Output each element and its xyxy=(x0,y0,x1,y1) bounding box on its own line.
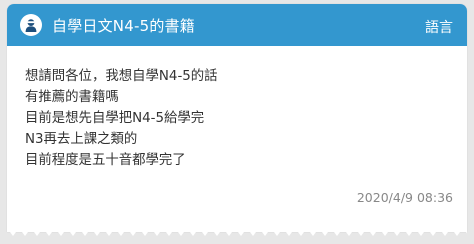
post-line: 想請問各位，我想自學N4-5的話 xyxy=(25,69,218,84)
post-line: 有推薦的書籍嗎 xyxy=(25,90,119,105)
post-timestamp: 2020/4/9 08:36 xyxy=(356,190,453,205)
avatar xyxy=(20,14,42,36)
card-header: 自學日文N4-5的書籍 語言 xyxy=(7,4,467,46)
post-title: 自學日文N4-5的書籍 xyxy=(52,16,195,35)
post-line: N3再去上課之類的 xyxy=(25,132,138,147)
post-card: 自學日文N4-5的書籍 語言 想請問各位，我想自學N4-5的話 有推薦的書籍嗎 … xyxy=(7,4,467,232)
language-button[interactable]: 語言 xyxy=(425,17,453,37)
anonymous-user-icon xyxy=(25,19,37,32)
post-line: 目前程度是五十音都學完了 xyxy=(25,153,186,168)
post-line: 目前是想先自學把N4-5給學完 xyxy=(25,111,205,126)
post-body: 想請問各位，我想自學N4-5的話 有推薦的書籍嗎 目前是想先自學把N4-5給學完… xyxy=(7,46,467,171)
zigzag-edge xyxy=(7,228,467,236)
